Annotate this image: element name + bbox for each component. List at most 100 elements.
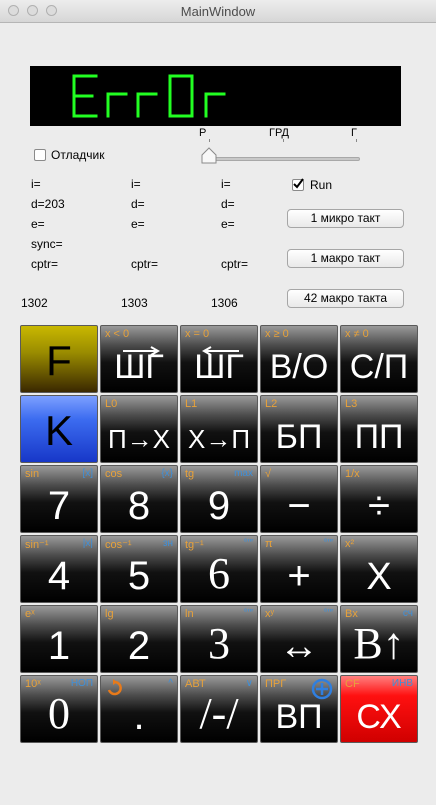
window-title: MainWindow — [180, 4, 256, 19]
key-label: БП — [275, 418, 323, 456]
angle-label-grad: ГРД — [269, 127, 290, 139]
key-9[interactable]: tg max 9 — [180, 465, 258, 533]
reg-cptr: cptr= — [131, 257, 159, 271]
key-k-label: °′″ — [243, 538, 253, 549]
key-dot[interactable]: ^. — [100, 675, 178, 743]
key-k-label: зн — [162, 538, 173, 549]
macro-step-button[interactable]: 1 макро такт — [287, 249, 404, 268]
key-label: 0 — [48, 689, 70, 738]
rotate-icon — [107, 679, 122, 696]
key-plus[interactable]: π °′″ + — [260, 535, 338, 603]
key-2[interactable]: lg 2 — [100, 605, 178, 673]
key-x-to-p[interactable]: L1 Х→П — [180, 395, 258, 463]
reg-e: e= — [31, 217, 45, 231]
key-label: ↔ — [279, 624, 319, 668]
key-alt-label: sin⁻¹ — [25, 539, 49, 551]
key-alt-label: tg⁻¹ — [185, 539, 204, 551]
key-label: ÷ — [368, 484, 390, 528]
key-k-label: НОП — [70, 678, 93, 689]
key-label: /-/ — [199, 689, 239, 738]
key-4[interactable]: sin⁻¹ |x| 4 — [20, 535, 98, 603]
key-k-label: |x| — [82, 538, 93, 549]
key-0[interactable]: 10ˣ НОП 0 — [20, 675, 98, 743]
key-1[interactable]: eˣ 1 — [20, 605, 98, 673]
key-alt-label: L3 — [345, 398, 358, 410]
key-k-label: {x} — [161, 468, 173, 479]
slider-tick — [209, 139, 210, 142]
key-k-label: ∨ — [245, 678, 253, 689]
debugger-label: Отладчик — [51, 148, 105, 162]
key-bo[interactable]: x ≥ 0 В/О — [260, 325, 338, 393]
key-sp[interactable]: x ≠ 0 С/П — [340, 325, 418, 393]
key-label: F — [46, 337, 72, 384]
key-label: 4 — [47, 554, 71, 598]
key-swap[interactable]: xʸ °′″ ↔ — [260, 605, 338, 673]
key-alt-label: tg — [185, 468, 195, 480]
key-label: + — [287, 554, 311, 598]
addr-2: 1303 — [121, 296, 148, 310]
angle-slider-track[interactable] — [205, 157, 360, 161]
key-k-label: max — [234, 468, 253, 479]
reg-i: i= — [221, 177, 231, 191]
key-alt-label: xʸ — [265, 608, 275, 620]
key-vp[interactable]: ПРГ ВП — [260, 675, 338, 743]
reg-d: d=203 — [31, 197, 65, 211]
key-7[interactable]: sin [x] 7 — [20, 465, 98, 533]
key-enter[interactable]: Вx сч В↑ — [340, 605, 418, 673]
key-k-label: °′″ — [323, 608, 333, 619]
key-step-back[interactable]: x = 0 ШГ — [180, 325, 258, 393]
run-checkbox[interactable] — [292, 178, 304, 191]
checkmark-icon — [293, 178, 304, 189]
reg-cptr: cptr= — [31, 257, 59, 271]
key-divide[interactable]: 1/x ÷ — [340, 465, 418, 533]
reg-d: d= — [131, 197, 145, 211]
key-cx[interactable]: CF ИНВ СХ — [340, 675, 418, 743]
debugger-checkbox[interactable] — [34, 149, 46, 161]
key-label: X — [366, 556, 392, 598]
key-alt-label: cos — [105, 468, 123, 480]
key-bp[interactable]: L2 БП — [260, 395, 338, 463]
key-minus[interactable]: √ − — [260, 465, 338, 533]
micro-step-button[interactable]: 1 микро такт — [287, 209, 404, 228]
macro42-step-button[interactable]: 42 макро такта — [287, 289, 404, 308]
key-label: K — [44, 407, 73, 454]
key-label: С/П — [349, 348, 409, 386]
key-label: П→Х — [107, 424, 171, 454]
key-alt-label: L0 — [105, 398, 118, 410]
reg-cptr: cptr= — [221, 257, 249, 271]
key-step-fwd[interactable]: x < 0 ШГ — [100, 325, 178, 393]
key-k-label: [x] — [82, 468, 93, 479]
key-5[interactable]: cos⁻¹ зн 5 — [100, 535, 178, 603]
reg-i: i= — [131, 177, 141, 191]
key-multiply[interactable]: x² X — [340, 535, 418, 603]
angle-label-degree: Г — [351, 127, 357, 139]
key-k[interactable]: K — [20, 395, 98, 463]
key-alt-label: CF — [345, 678, 360, 690]
key-8[interactable]: cos {x} 8 — [100, 465, 178, 533]
key-label: ПП — [354, 418, 404, 456]
key-label: 8 — [127, 484, 151, 528]
key-pp[interactable]: L3 ПП — [340, 395, 418, 463]
key-label: 6 — [208, 549, 230, 598]
key-f[interactable]: F — [20, 325, 98, 393]
addr-1: 1302 — [21, 296, 48, 310]
key-alt-label: L2 — [265, 398, 278, 410]
key-label: 1 — [47, 624, 71, 668]
key-alt-label: x ≠ 0 — [345, 328, 369, 340]
arrow-left-icon — [201, 346, 239, 356]
key-3[interactable]: ln °′″ 3 — [180, 605, 258, 673]
key-sign[interactable]: АВТ ∨/-/ — [180, 675, 258, 743]
angle-slider-thumb[interactable] — [200, 147, 218, 165]
seven-segment-readout — [72, 74, 226, 118]
key-k-label: °′″ — [243, 608, 253, 619]
key-label: − — [287, 484, 311, 528]
key-k-label: сч — [402, 608, 413, 619]
key-p-to-x[interactable]: L0 П→Х — [100, 395, 178, 463]
angle-label-radian: Р — [199, 127, 207, 139]
key-alt-label: L1 — [185, 398, 198, 410]
plus-circle-icon — [311, 678, 333, 700]
key-k-label: ИНВ — [391, 678, 413, 689]
key-alt-label: 10ˣ — [25, 678, 41, 690]
key-alt-label: π — [265, 538, 273, 550]
key-6[interactable]: tg⁻¹ °′″ 6 — [180, 535, 258, 603]
